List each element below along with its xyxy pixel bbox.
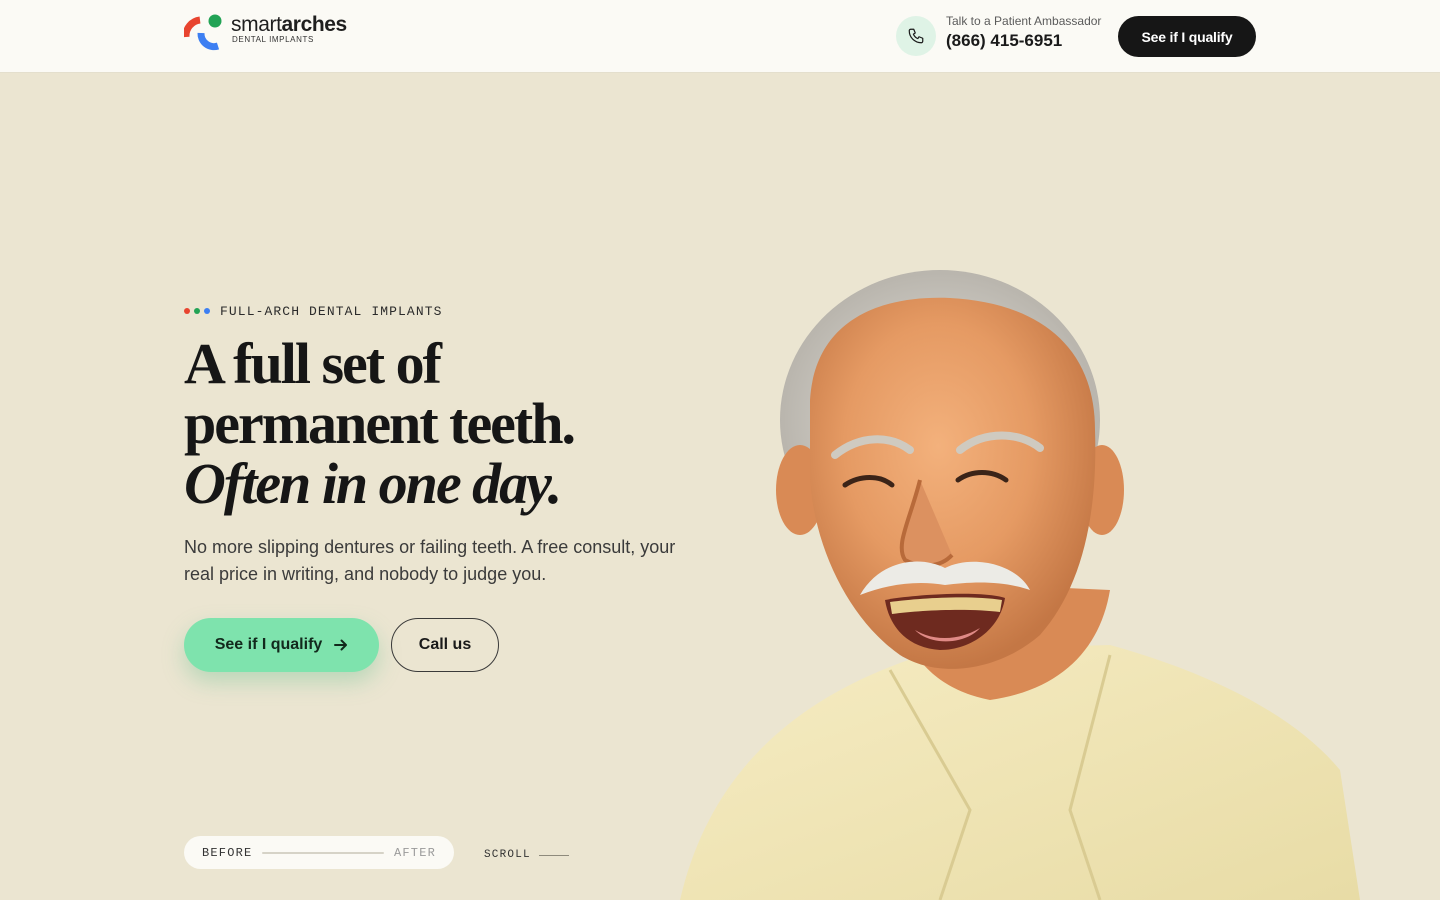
before-after-slider[interactable]: BEFORE AFTER — [184, 836, 454, 869]
scroll-label: SCROLL — [484, 849, 531, 861]
scroll-line — [538, 854, 569, 856]
slider-track[interactable] — [262, 851, 384, 854]
logo-wordmark: smartarches — [231, 13, 347, 36]
brand-logo[interactable]: smartarches DENTAL IMPLANTS — [184, 13, 364, 51]
scroll-indicator[interactable]: SCROLL — [484, 849, 569, 861]
hero-portrait-image — [680, 270, 1360, 900]
eyebrow-text: FULL-ARCH DENTAL IMPLANTS — [220, 303, 443, 319]
after-label: AFTER — [393, 845, 436, 860]
hero-subcopy: No more slipping dentures or failing tee… — [184, 537, 676, 584]
before-label: BEFORE — [202, 845, 253, 860]
qualify-button[interactable]: See if I qualify — [184, 618, 379, 672]
header-qualify-button[interactable]: See if I qualify — [1118, 16, 1256, 57]
call-us-button[interactable]: Call us — [391, 618, 499, 672]
phone-number-link[interactable]: (866) 415-6951 — [946, 31, 1062, 51]
dot-blue — [204, 308, 210, 314]
ambassador-label: Talk to a Patient Ambassador — [946, 14, 1102, 28]
logo-tagline: DENTAL IMPLANTS — [232, 35, 314, 44]
arrow-right-icon — [334, 639, 348, 651]
dot-green — [194, 308, 200, 314]
brand-dots — [184, 308, 210, 314]
hero-eyebrow: FULL-ARCH DENTAL IMPLANTS — [184, 303, 443, 319]
headline-line-3: Often in one day. — [184, 451, 562, 516]
site-header: smartarches DENTAL IMPLANTS Talk to a Pa… — [0, 0, 1440, 73]
headline-line-1: A full set of — [184, 331, 442, 396]
logo-mark-icon — [184, 14, 222, 51]
dot-red — [184, 308, 190, 314]
qualify-button-label: See if I qualify — [214, 636, 323, 653]
headline-line-2: permanent teeth. — [184, 391, 576, 456]
hero-headline: A full set of permanent teeth. Often in … — [184, 334, 744, 514]
phone-icon — [908, 28, 924, 44]
phone-button[interactable] — [896, 16, 936, 56]
